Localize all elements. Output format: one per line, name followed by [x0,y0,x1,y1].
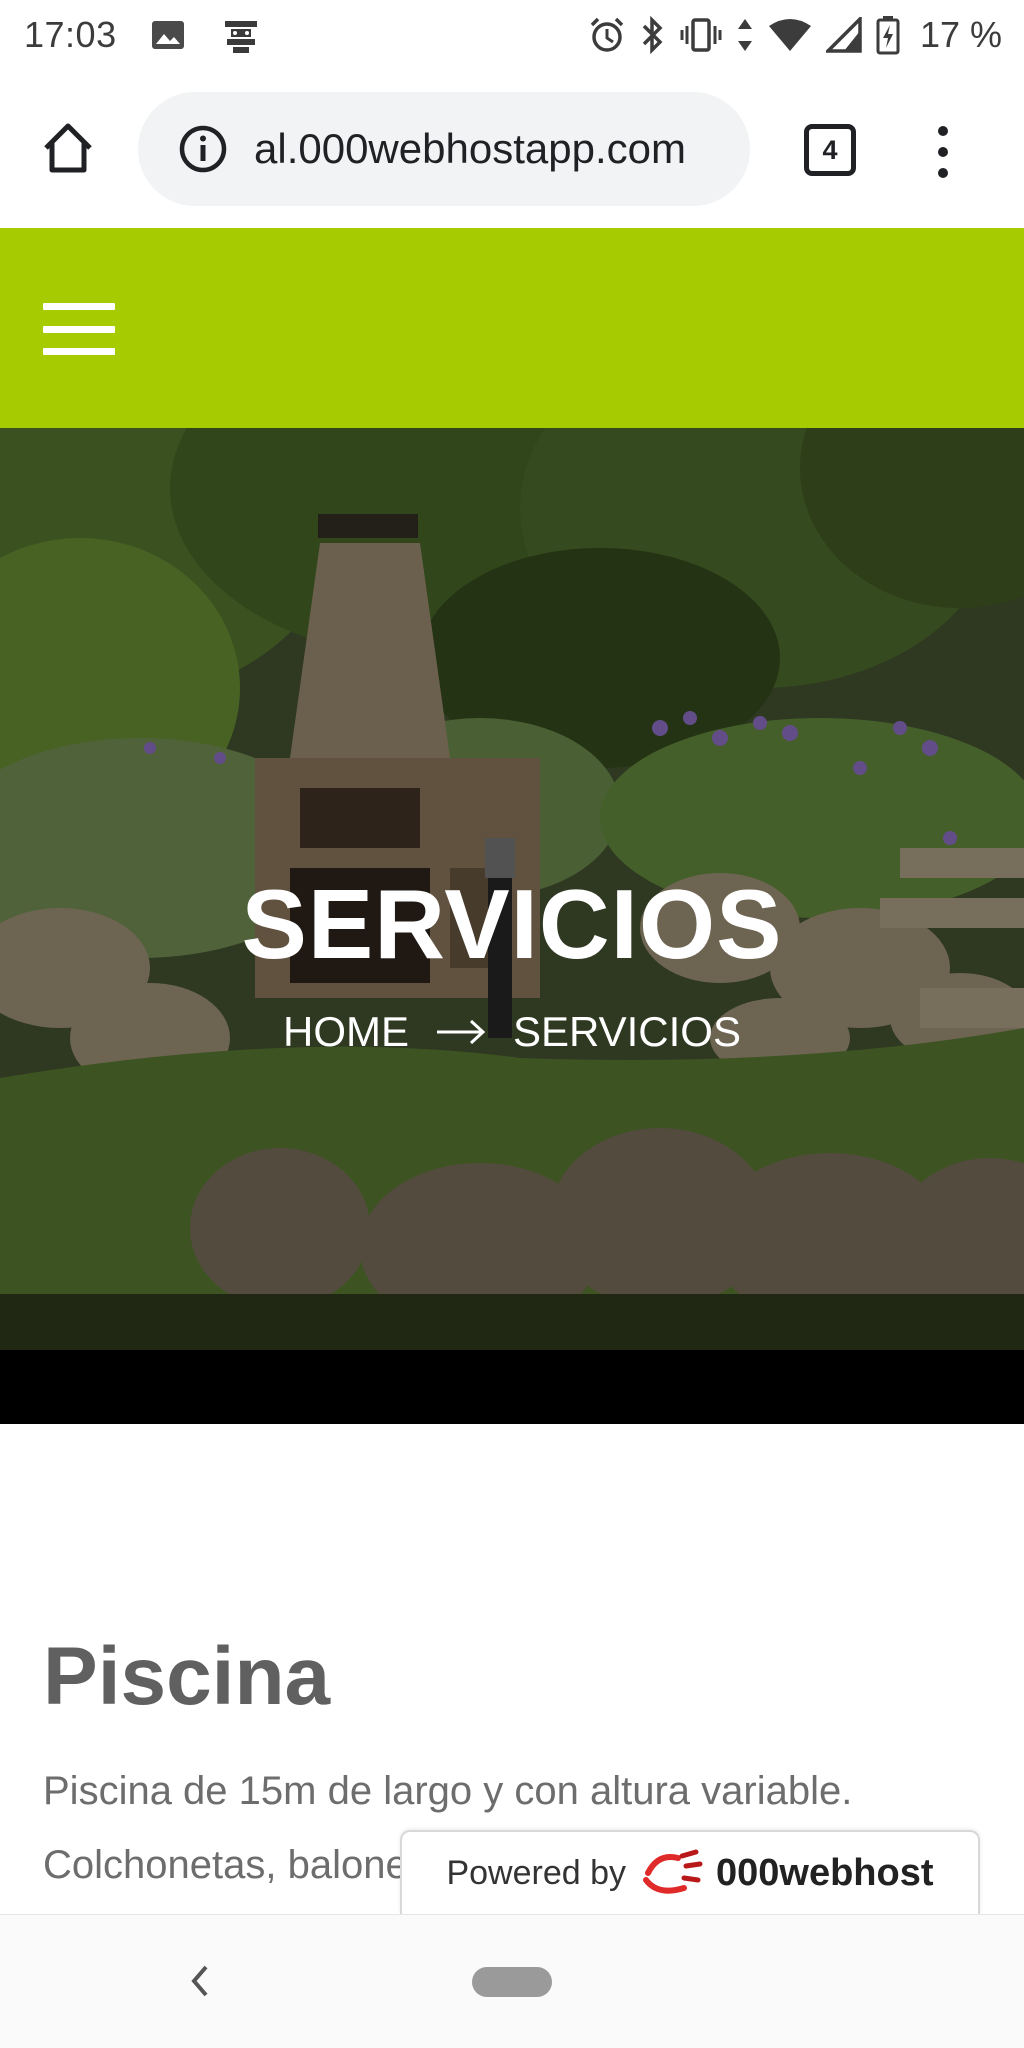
cell-signal-icon [825,17,862,53]
alarm-icon [588,16,626,54]
000webhost-logo-icon [643,1849,703,1894]
overflow-menu-icon[interactable] [930,126,956,178]
vibrate-icon [680,17,722,53]
breadcrumb: HOME SERVICIOS [0,1008,1024,1056]
browser-toolbar: al.000webhostapp.com 4 [0,70,1024,228]
system-nav-bar [0,1914,1024,2048]
powered-by-badge[interactable]: Powered by 000webhost [400,1830,980,1914]
url-bar[interactable]: al.000webhostapp.com [138,92,750,206]
hero-bottom-strip [0,1350,1024,1424]
site-header [0,228,1024,428]
status-bar: 17:03 17 % [0,0,1024,70]
wifi-icon [768,18,812,52]
arrow-right-icon [437,1019,486,1045]
battery-percent: 17 % [919,14,1002,55]
breadcrumb-current: SERVICIOS [513,1008,741,1055]
breadcrumb-home-link[interactable]: HOME [283,1008,409,1056]
hamburger-menu-icon[interactable] [43,303,115,355]
back-icon[interactable] [186,1961,212,2001]
hero-banner: SERVICIOS HOME SERVICIOS [0,428,1024,1350]
section-title: Piscina [43,1631,331,1722]
notification-avatar-icon [219,13,263,57]
page-title: SERVICIOS [241,869,783,979]
powered-by-text: Powered by [446,1853,626,1892]
tab-switcher-button[interactable]: 4 [804,124,856,176]
home-icon[interactable] [40,120,96,176]
image-icon [151,20,185,50]
home-pill-button[interactable] [472,1967,552,1997]
battery-charging-icon [876,15,900,55]
status-time: 17:03 [24,14,117,55]
info-icon[interactable] [178,124,228,174]
bluetooth-icon [640,16,666,54]
powered-by-brand: 000webhost [716,1851,934,1894]
data-arrows-icon [736,17,754,53]
url-text[interactable]: al.000webhostapp.com [254,125,686,173]
